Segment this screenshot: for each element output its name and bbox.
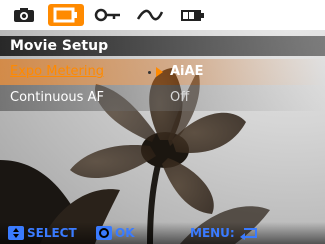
movie-icon xyxy=(53,7,77,23)
key-icon xyxy=(94,8,120,22)
select-label: SELECT xyxy=(27,226,77,240)
menu-item-expo-metering[interactable]: Expo Metering AiAE xyxy=(0,59,325,85)
camera-icon xyxy=(14,8,34,22)
tab-movie[interactable] xyxy=(48,4,84,26)
separator-dot-icon xyxy=(148,71,151,74)
menu-item-value: Off xyxy=(170,90,190,105)
menu-item-continuous-af[interactable]: Continuous AF Off xyxy=(0,85,325,111)
tab-battery[interactable] xyxy=(174,4,210,26)
menu-hint: MENU: xyxy=(190,224,260,242)
menu-item-label: Expo Metering xyxy=(10,64,105,79)
ok-hint: OK xyxy=(96,224,135,242)
menu-title: Movie Setup xyxy=(0,36,325,56)
dpad-icon xyxy=(8,226,24,240)
triangle-right-icon xyxy=(156,67,163,77)
camera-lcd-screen: Movie Setup Expo Metering AiAE Continuou… xyxy=(0,0,325,244)
tab-camera[interactable] xyxy=(6,4,42,26)
menu-label: MENU: xyxy=(190,226,235,240)
tab-setup[interactable] xyxy=(90,4,126,26)
tab-playback[interactable] xyxy=(132,4,168,26)
ok-button-icon xyxy=(96,226,112,240)
ok-label: OK xyxy=(115,226,135,240)
battery-icon xyxy=(181,10,204,21)
menu-item-value: AiAE xyxy=(170,64,204,79)
button-hint-bar: SELECT OK MENU: xyxy=(0,222,325,244)
menu-item-label: Continuous AF xyxy=(10,90,104,105)
mode-tab-bar xyxy=(0,0,325,30)
select-hint: SELECT xyxy=(8,224,77,242)
curve-icon xyxy=(136,9,164,21)
back-arrow-icon xyxy=(239,228,257,240)
